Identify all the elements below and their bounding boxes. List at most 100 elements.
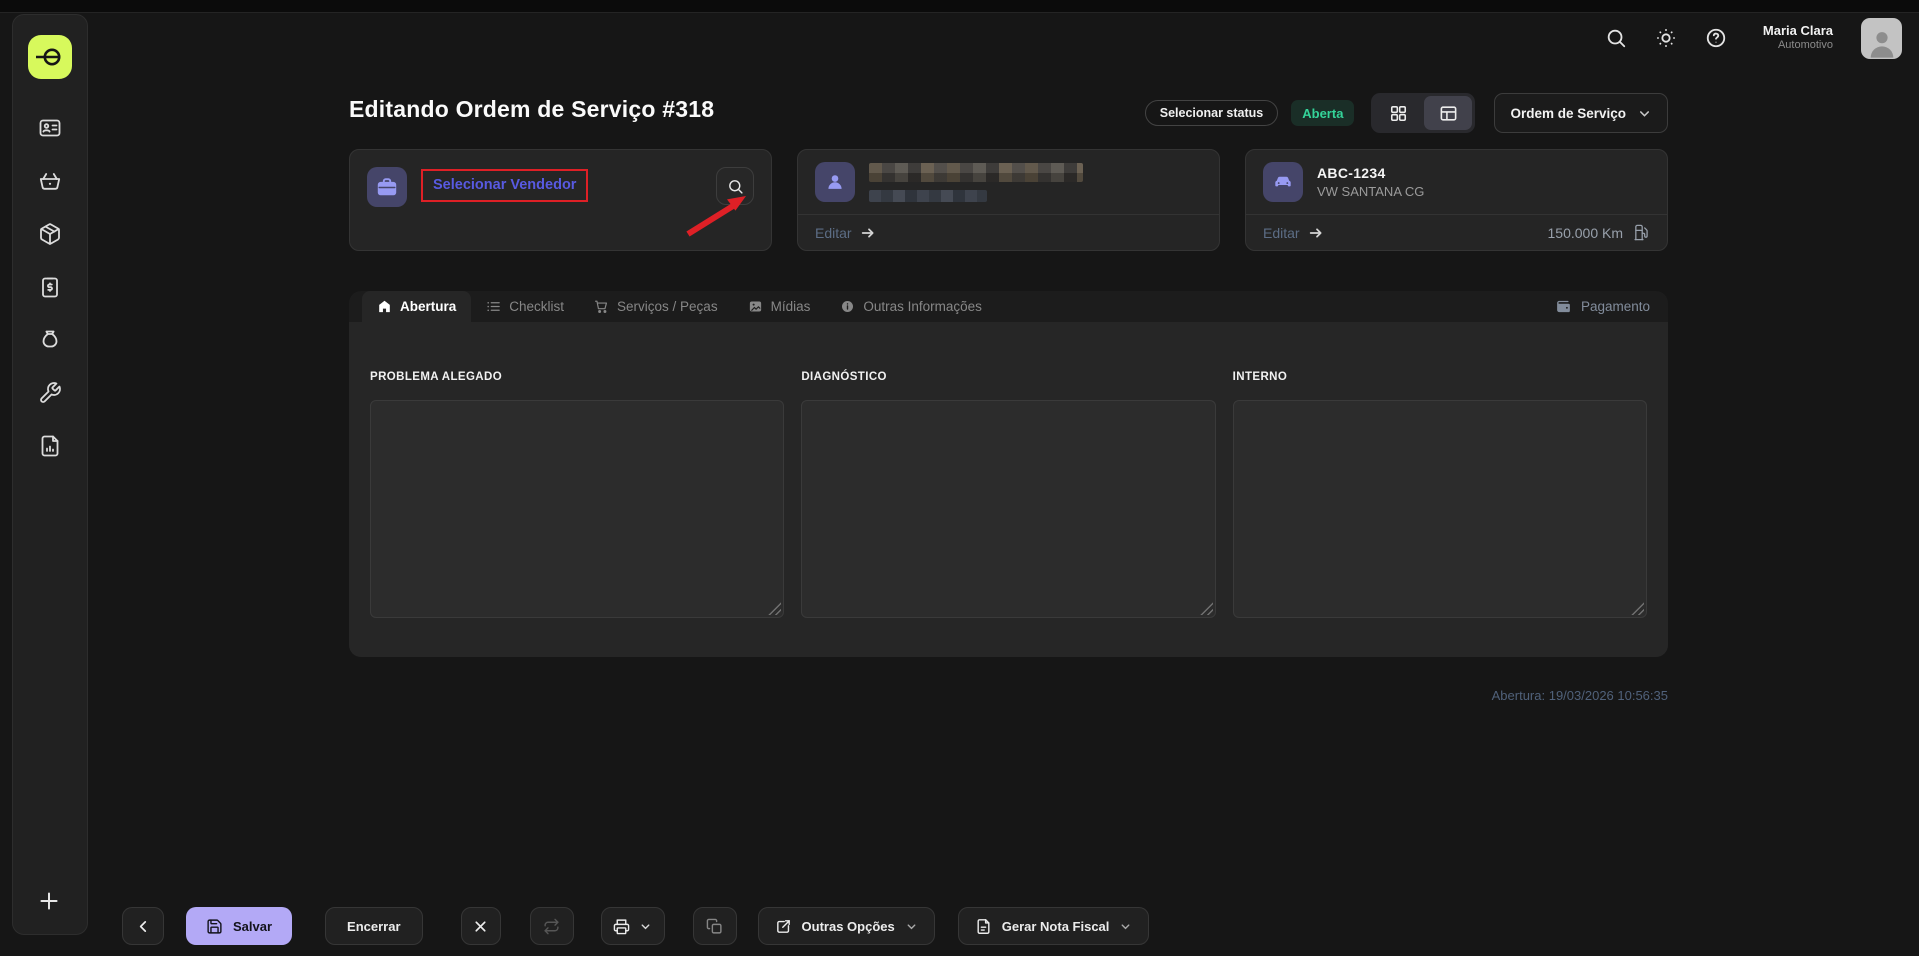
back-button[interactable] [122,907,164,945]
field-label: INTERNO [1233,371,1647,383]
generate-invoice-button[interactable]: Gerar Nota Fiscal [958,907,1150,945]
money-bag-icon[interactable] [38,328,62,352]
tab-label: Abertura [400,299,456,314]
chevron-down-icon [905,920,918,933]
field-problema-alegado: PROBLEMA ALEGADO [370,371,784,623]
status-row: Selecionar status Aberta Ordem de Serviç… [1145,93,1668,133]
problema-alegado-textarea[interactable] [370,400,784,618]
vehicle-plate: ABC-1234 [1317,165,1424,181]
page-title: Editando Ordem de Serviço #318 [349,96,714,123]
generate-invoice-label: Gerar Nota Fiscal [1002,919,1110,934]
repeat-icon [543,918,560,935]
help-icon[interactable] [1705,27,1727,49]
duplicate-button[interactable] [693,907,737,945]
doc-type-select[interactable]: Ordem de Serviço [1494,93,1668,133]
home-icon [377,299,392,314]
top-strip [0,0,1919,13]
topbar: Maria Clara Automotivo [1605,16,1902,60]
tab-label: Pagamento [1581,299,1650,314]
customer-card[interactable]: Editar [797,149,1220,251]
cards-row: Selecionar Vendedor [349,149,1668,251]
cancel-button[interactable] [461,907,501,945]
magnifier-icon [727,178,744,195]
vehicle-edit-link[interactable]: Editar [1263,225,1300,241]
bottom-toolbar: Salvar Encerrar [122,907,1149,945]
user-name: Maria Clara [1763,23,1833,39]
customer-edit-link[interactable]: Editar [815,225,852,241]
report-file-icon[interactable] [38,434,62,458]
user-block[interactable]: Maria Clara Automotivo [1763,23,1833,53]
vehicle-model: VW SANTANA CG [1317,184,1424,199]
app-window: Maria Clara Automotivo Editando Ordem de… [0,0,1919,956]
order-panel: Abertura Checklist Serviços / Peças [349,291,1668,657]
select-status-button[interactable]: Selecionar status [1145,100,1279,126]
more-options-button[interactable]: Outras Opções [758,907,935,945]
chevron-down-icon [639,920,652,933]
user-role: Automotivo [1763,39,1833,53]
tabstrip: Abertura Checklist Serviços / Peças [349,291,1668,322]
tab-outras-informacoes[interactable]: Outras Informações [825,291,997,322]
arrow-right-icon [1308,225,1324,241]
table-icon [1439,104,1458,123]
car-icon [1263,162,1303,202]
package-icon[interactable] [38,222,62,246]
save-label: Salvar [233,919,272,934]
tab-pagamento[interactable]: Pagamento [1555,291,1650,322]
close-order-button[interactable]: Encerrar [325,907,422,945]
redacted-customer-name [869,163,1083,182]
theme-sun-icon[interactable] [1655,27,1677,49]
tab-abertura[interactable]: Abertura [362,291,471,322]
external-link-icon [775,918,792,935]
shopping-basket-icon[interactable] [38,169,62,193]
person-icon [815,162,855,202]
field-label: DIAGNÓSTICO [801,371,1215,383]
vendor-search-button[interactable] [716,167,754,205]
x-icon [472,918,489,935]
opened-at-timestamp: Abertura: 19/03/2026 10:56:35 [1492,688,1668,703]
annotation-red-box: Selecionar Vendedor [421,169,588,202]
diagnostico-textarea[interactable] [801,400,1215,618]
sidebar [12,14,88,935]
wrench-icon[interactable] [38,381,62,405]
table-view-button[interactable] [1424,96,1472,130]
field-interno: INTERNO [1233,371,1647,623]
fuel-pump-icon[interactable] [1633,224,1650,241]
save-button[interactable]: Salvar [186,907,292,945]
tab-servicos-pecas[interactable]: Serviços / Peças [579,291,733,322]
doc-type-label: Ordem de Serviço [1510,106,1626,121]
field-diagnostico: DIAGNÓSTICO [801,371,1215,623]
select-vendor-link[interactable]: Selecionar Vendedor [433,177,576,193]
avatar[interactable] [1861,18,1902,59]
repeat-button[interactable] [530,907,574,945]
grid-view-button[interactable] [1374,96,1422,130]
contact-card-icon[interactable] [38,116,62,140]
more-options-label: Outras Opções [802,919,895,934]
invoice-file-icon [975,918,992,935]
chevron-down-icon [1119,920,1132,933]
status-badge: Aberta [1291,100,1354,126]
copy-icon [706,918,723,935]
sidebar-nav [38,116,62,458]
app-logo[interactable] [28,35,72,79]
chevron-left-icon [135,918,152,935]
redacted-customer-detail [869,190,987,202]
search-icon[interactable] [1605,27,1627,49]
wallet-icon [1555,298,1572,315]
person-silhouette-icon [1866,27,1898,59]
interno-textarea[interactable] [1233,400,1647,618]
vehicle-card[interactable]: ABC-1234 VW SANTANA CG Editar 150.000 Km [1245,149,1668,251]
view-toggle [1371,93,1475,133]
arrow-right-icon [860,225,876,241]
field-label: PROBLEMA ALEGADO [370,371,784,383]
vehicle-info: ABC-1234 VW SANTANA CG [1317,165,1424,199]
tab-label: Mídias [771,299,811,314]
vendor-card: Selecionar Vendedor [349,149,772,251]
plus-icon[interactable] [36,888,64,916]
clipboard-receipt-icon[interactable] [38,275,62,299]
list-icon [486,299,501,314]
tab-midias[interactable]: Mídias [733,291,826,322]
print-button[interactable] [601,907,665,945]
redacted-customer-info [869,163,1083,202]
printer-icon [613,918,630,935]
tab-checklist[interactable]: Checklist [471,291,579,322]
